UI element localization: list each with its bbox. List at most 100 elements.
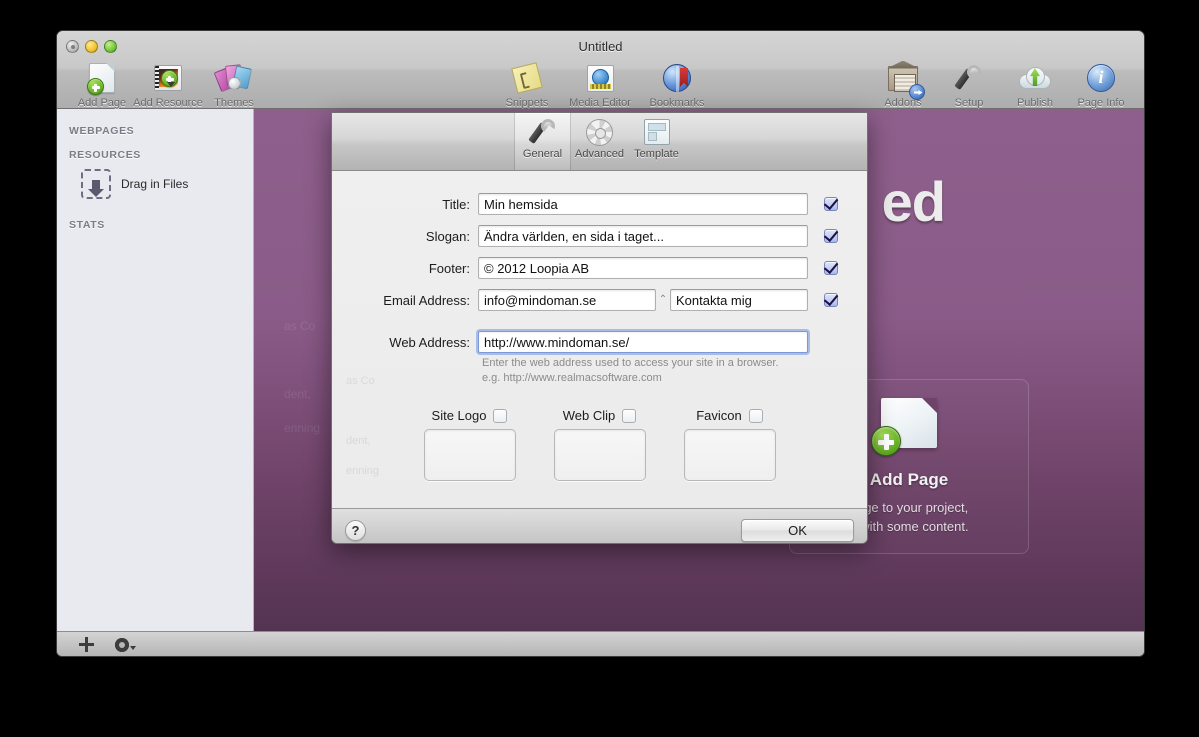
add-page-document-icon xyxy=(871,398,937,456)
site-logo-checkbox[interactable] xyxy=(493,408,508,423)
field-row-slogan: Slogan: xyxy=(332,225,867,247)
plus-badge-icon xyxy=(871,426,901,456)
toolbar-snippets-button[interactable]: Snippets xyxy=(494,61,560,109)
toolbar-group-right: Addons Setup Publish Page Info xyxy=(870,61,1134,109)
sheet-footer: ? OK xyxy=(332,508,867,543)
tab-template[interactable]: Template xyxy=(628,113,685,170)
web-clip-header: Web Clip xyxy=(554,408,646,423)
web-address-hint-line2: e.g. http://www.realmacsoftware.com xyxy=(482,372,662,384)
screen: Untitled Add Page Add Resource Themes Sn… xyxy=(0,0,1199,737)
toolbar-bookmarks-label: Bookmarks xyxy=(649,97,705,109)
field-row-title: Title: xyxy=(332,193,867,215)
toolbar-add-page-button[interactable]: Add Page xyxy=(69,61,135,109)
drop-down-arrow-icon xyxy=(81,169,111,199)
snippets-icon xyxy=(510,61,544,95)
toolbar-group-center: Snippets Media Editor Bookmarks xyxy=(494,61,714,109)
tab-advanced-label: Advanced xyxy=(575,148,624,160)
gear-icon xyxy=(586,117,613,147)
sidebar-section-stats[interactable]: STATS xyxy=(57,213,253,237)
email-link-text-input[interactable] xyxy=(670,289,808,311)
slogan-checkbox[interactable] xyxy=(824,229,838,243)
toolbar-publish-label: Publish xyxy=(1016,97,1054,109)
toolbar-setup-label: Setup xyxy=(954,97,984,109)
chevron-down-icon xyxy=(130,645,136,650)
toolbar-group-left: Add Page Add Resource Themes xyxy=(69,61,267,109)
web-clip-label: Web Clip xyxy=(562,408,616,423)
toolbar-themes-button[interactable]: Themes xyxy=(201,61,267,109)
add-page-icon xyxy=(85,61,119,95)
setup-icon xyxy=(952,61,986,95)
media-editor-icon xyxy=(583,61,617,95)
sheet-tab-bar: General Advanced Template xyxy=(332,113,867,171)
site-logo-header: Site Logo xyxy=(424,408,516,423)
toolbar-add-resource-label: Add Resource xyxy=(133,97,203,109)
email-separator-icon: ⌃ xyxy=(658,294,668,305)
toolbar-page-info-button[interactable]: Page Info xyxy=(1068,61,1134,109)
toolbar-addons-button[interactable]: Addons xyxy=(870,61,936,109)
site-logo-well[interactable] xyxy=(423,429,516,481)
toolbar-bookmarks-button[interactable]: Bookmarks xyxy=(640,61,714,109)
web-clip-checkbox[interactable] xyxy=(622,408,637,423)
slogan-input[interactable] xyxy=(478,225,808,247)
tab-general[interactable]: General xyxy=(514,113,571,170)
favicon-header: Favicon xyxy=(684,408,776,423)
sidebar-drop-files-zone[interactable]: Drag in Files xyxy=(57,167,253,201)
toolbar-publish-button[interactable]: Publish xyxy=(1002,61,1068,109)
toolbar-add-page-label: Add Page xyxy=(77,97,127,109)
web-clip-group: Web Clip xyxy=(553,408,646,481)
template-icon xyxy=(643,117,670,147)
tab-general-label: General xyxy=(522,148,563,160)
sidebar-section-resources[interactable]: RESOURCES xyxy=(57,143,253,167)
canvas-heading: ed xyxy=(881,170,946,233)
tab-advanced[interactable]: Advanced xyxy=(571,113,628,170)
toolbar-media-editor-button[interactable]: Media Editor xyxy=(560,61,640,109)
field-row-web-address: Web Address: xyxy=(332,331,867,353)
help-button[interactable]: ? xyxy=(345,520,366,541)
web-clip-well[interactable] xyxy=(553,429,646,481)
email-address-label: Email Address: xyxy=(383,292,470,308)
favicon-group: Favicon xyxy=(683,408,776,481)
toolbar-setup-button[interactable]: Setup xyxy=(936,61,1002,109)
themes-icon xyxy=(213,61,253,95)
toolbar-page-info-label: Page Info xyxy=(1077,97,1125,109)
bottom-toolbar xyxy=(57,631,1144,656)
favicon-well[interactable] xyxy=(683,429,776,481)
web-address-label: Web Address: xyxy=(389,334,470,350)
field-row-email-address: Email Address: ⌃ xyxy=(332,289,867,311)
toolbar-add-resource-button[interactable]: Add Resource xyxy=(133,61,203,109)
add-resource-icon xyxy=(151,61,185,95)
slogan-label: Slogan: xyxy=(425,228,470,244)
site-logo-group: Site Logo xyxy=(423,408,516,481)
publish-icon xyxy=(1018,61,1052,95)
favicon-checkbox[interactable] xyxy=(748,408,763,423)
sidebar-section-webpages[interactable]: WEBPAGES xyxy=(57,119,253,143)
title-label: Title: xyxy=(442,196,470,212)
ok-button[interactable]: OK xyxy=(741,519,854,542)
email-address-input[interactable] xyxy=(478,289,656,311)
toolbar-snippets-label: Snippets xyxy=(505,97,549,109)
web-address-input[interactable] xyxy=(478,331,808,353)
add-item-button[interactable] xyxy=(79,636,97,653)
footer-checkbox[interactable] xyxy=(824,261,838,275)
sheet-content: as Co dent, enning Title: Slogan: Footer… xyxy=(332,171,867,508)
toolbar-themes-label: Themes xyxy=(214,97,254,109)
title-input[interactable] xyxy=(478,193,808,215)
site-setup-sheet-dialog: General Advanced Template as Co dent, en… xyxy=(331,112,868,544)
window-toolbar: Untitled Add Page Add Resource Themes Sn… xyxy=(57,31,1144,109)
wrench-icon xyxy=(527,117,558,147)
sidebar: WEBPAGES RESOURCES Drag in Files STATS xyxy=(57,109,254,631)
field-row-footer: Footer: xyxy=(332,257,867,279)
tab-template-label: Template xyxy=(634,148,679,160)
favicon-label: Favicon xyxy=(696,408,742,423)
settings-gear-icon[interactable] xyxy=(115,637,129,652)
addons-icon xyxy=(886,61,925,100)
window-title: Untitled xyxy=(578,39,623,54)
footer-label: Footer: xyxy=(428,260,470,276)
site-logo-label: Site Logo xyxy=(431,408,487,423)
web-address-hint-line1: Enter the web address used to access you… xyxy=(482,357,779,369)
footer-input[interactable] xyxy=(478,257,808,279)
email-checkbox[interactable] xyxy=(824,293,838,307)
media-assets-row: Site Logo Web Clip Favicon xyxy=(332,408,867,481)
toolbar-media-editor-label: Media Editor xyxy=(569,97,631,109)
title-checkbox[interactable] xyxy=(824,197,838,211)
